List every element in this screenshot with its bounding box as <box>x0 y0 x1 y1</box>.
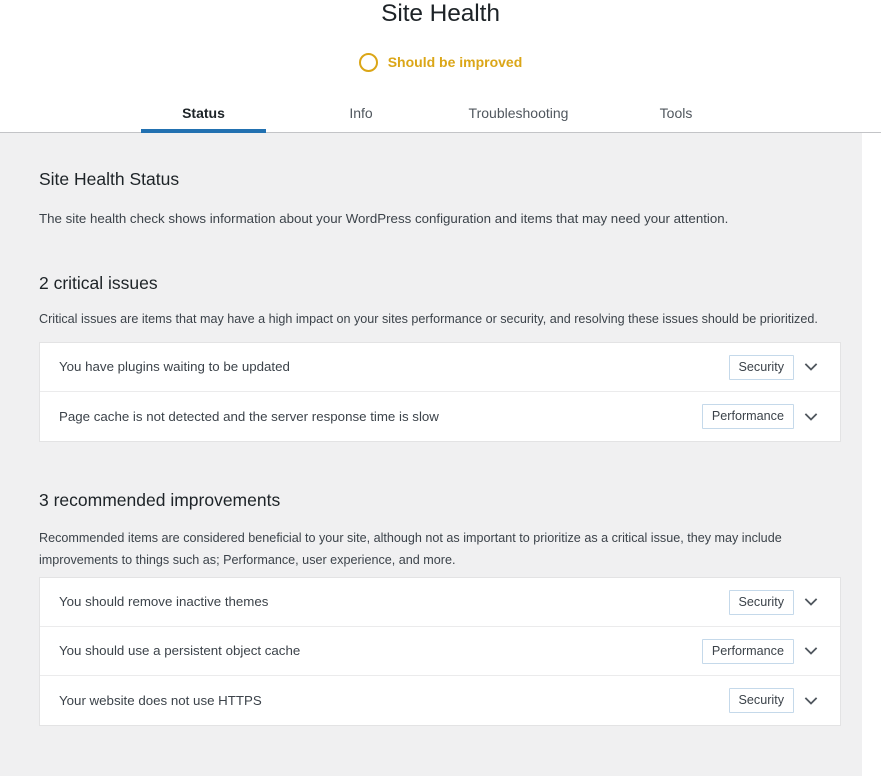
list-item[interactable]: Your website does not use HTTPS Security <box>40 676 840 725</box>
tab-info[interactable]: Info <box>311 94 411 133</box>
page-header: Site Health Should be improved Status In… <box>0 0 881 133</box>
issue-title: You should remove inactive themes <box>59 594 269 609</box>
recommended-improvements-list: You should remove inactive themes Securi… <box>39 577 841 726</box>
chevron-down-icon[interactable] <box>794 350 828 384</box>
tab-tools[interactable]: Tools <box>630 94 722 133</box>
issue-category-badge[interactable]: Security <box>728 354 794 380</box>
list-item[interactable]: Page cache is not detected and the serve… <box>40 392 840 441</box>
issue-category-badge[interactable]: Security <box>728 688 794 713</box>
issue-category-badge[interactable]: Security <box>728 589 794 615</box>
issue-title: Page cache is not detected and the serve… <box>59 408 439 424</box>
site-health-status-indicator: Should be improved <box>0 53 881 72</box>
issue-title: You should use a persistent object cache <box>59 643 301 658</box>
site-health-page: Site Health Should be improved Status In… <box>0 0 881 776</box>
chevron-down-icon[interactable] <box>794 684 828 718</box>
issue-title: Your website does not use HTTPS <box>59 692 262 708</box>
chevron-down-icon[interactable] <box>794 634 828 668</box>
critical-issues-description: Critical issues are items that may have … <box>39 312 818 326</box>
site-health-tabs: Status Info Troubleshooting Tools <box>0 94 881 133</box>
chevron-down-icon[interactable] <box>794 585 828 619</box>
issue-category-badge[interactable]: Performance <box>701 404 794 429</box>
list-item[interactable]: You have plugins waiting to be updated S… <box>40 343 840 392</box>
list-item[interactable]: You should use a persistent object cache… <box>40 627 840 676</box>
critical-issues-list: You have plugins waiting to be updated S… <box>39 342 841 442</box>
issue-category-badge[interactable]: Performance <box>701 638 794 664</box>
right-gutter <box>862 133 881 776</box>
tab-troubleshooting[interactable]: Troubleshooting <box>440 94 597 133</box>
issue-title: You have plugins waiting to be updated <box>59 359 290 374</box>
chevron-down-icon[interactable] <box>794 400 828 434</box>
tab-status[interactable]: Status <box>141 94 266 133</box>
critical-issues-heading: 2 critical issues <box>39 273 158 293</box>
recommended-improvements-description: Recommended items are considered benefic… <box>39 531 782 567</box>
site-health-intro-text: The site health check shows information … <box>39 211 729 226</box>
site-health-status-heading: Site Health Status <box>39 169 180 189</box>
list-item[interactable]: You should remove inactive themes Securi… <box>40 578 840 627</box>
circle-outline-icon <box>358 53 378 72</box>
recommended-improvements-heading: 3 recommended improvements <box>39 490 281 510</box>
status-badge: Should be improved <box>387 54 523 70</box>
page-title: Site Health <box>381 0 500 27</box>
main-content-area: Site Health Status The site health check… <box>0 133 862 776</box>
